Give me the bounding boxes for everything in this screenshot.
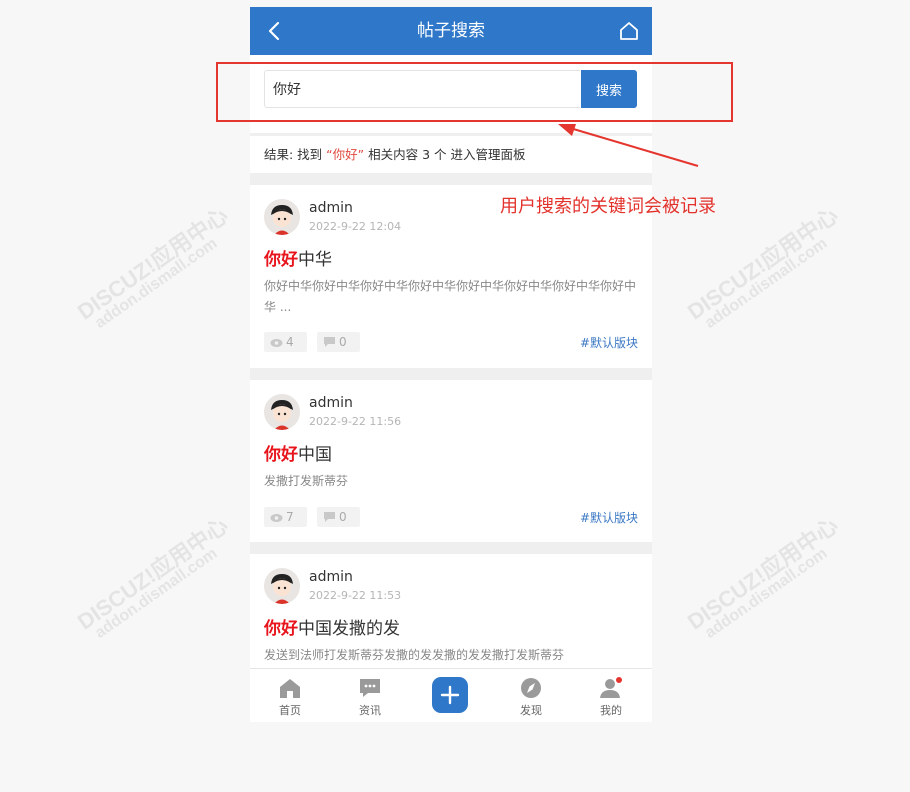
post-time: 2022-9-22 12:04 — [309, 220, 402, 233]
page-title: 帖子搜索 — [417, 21, 485, 41]
post-author[interactable]: admin — [309, 200, 353, 216]
reply-count: 0 — [317, 332, 360, 352]
chat-bubble-icon — [360, 679, 380, 697]
avatar[interactable] — [264, 394, 300, 430]
reply-count-value: 0 — [339, 335, 347, 349]
tab-home-label: 首页 — [279, 704, 301, 717]
post-excerpt: 发送到法师打发斯蒂芬发撒的发发撒的发发撒打发斯蒂芬 — [264, 648, 565, 662]
view-count-value: 7 — [286, 510, 294, 524]
tab-me-label: 我的 — [600, 704, 622, 717]
watermark-url: addon.dismall.com — [92, 234, 221, 332]
title-keyword-highlight: 你好 — [264, 619, 298, 639]
post-title[interactable]: 你好中华 — [264, 245, 332, 270]
annotation-arrow — [558, 124, 699, 167]
avatar[interactable] — [264, 568, 300, 604]
watermark-brand: DISCUZ!应用中心 — [682, 512, 843, 635]
admin-panel-link[interactable]: 进入管理面板 — [451, 147, 526, 162]
eye-icon — [270, 514, 283, 522]
watermark-brand: DISCUZ!应用中心 — [72, 512, 233, 635]
reply-count: 0 — [317, 507, 360, 527]
view-count-value: 4 — [286, 335, 294, 349]
avatar[interactable] — [264, 199, 300, 235]
post-title[interactable]: 你好中国 — [264, 440, 332, 465]
post-author[interactable]: admin — [309, 569, 353, 585]
forum-tag[interactable]: #默认版块 — [580, 334, 638, 351]
tab-news-label: 资讯 — [359, 704, 381, 717]
annotation-highlight-box — [216, 62, 733, 122]
watermark-url: addon.dismall.com — [702, 544, 831, 642]
title-rest: 中华 — [298, 250, 332, 270]
annotation-text: 用户搜索的关键词会被记录 — [500, 196, 716, 217]
watermark-url: addon.dismall.com — [702, 234, 831, 332]
tab-home[interactable]: 首页 — [260, 669, 320, 722]
view-count: 7 — [264, 507, 307, 527]
tab-discover[interactable]: 发现 — [501, 669, 561, 722]
post-item[interactable]: admin 2022-9-22 11:53 你好中国发撒的发 发送到法师打发斯蒂… — [250, 554, 652, 674]
top-header: 帖子搜索 — [250, 7, 652, 55]
post-title[interactable]: 你好中国发撒的发 — [264, 614, 400, 639]
result-prefix: 结果: 找到 — [264, 147, 323, 162]
tab-news[interactable]: 资讯 — [340, 669, 400, 722]
forum-tag[interactable]: #默认版块 — [580, 509, 638, 526]
result-count: 相关内容 3 个 — [368, 147, 447, 162]
comment-icon — [324, 512, 335, 522]
tab-discover-label: 发现 — [520, 704, 542, 717]
post-excerpt: 你好中华你好中华你好中华你好中华你好中华你好中华你好中华你好中华 ... — [264, 279, 637, 314]
user-icon — [600, 677, 622, 698]
reply-count-value: 0 — [339, 510, 347, 524]
eye-icon — [270, 339, 283, 347]
watermark-brand: DISCUZ!应用中心 — [72, 202, 233, 325]
home-icon — [280, 679, 300, 698]
home-icon[interactable] — [618, 20, 640, 42]
compass-icon — [521, 678, 541, 698]
create-post-button[interactable] — [432, 677, 468, 713]
view-count: 4 — [264, 332, 307, 352]
title-keyword-highlight: 你好 — [264, 445, 298, 465]
bottom-tab-bar: 首页 资讯 发现 我的 — [250, 668, 652, 722]
comment-icon — [324, 337, 335, 347]
post-excerpt: 发撒打发斯蒂芬 — [264, 474, 349, 488]
title-rest: 中国发撒的发 — [298, 619, 400, 639]
plus-icon — [440, 685, 460, 705]
title-rest: 中国 — [298, 445, 332, 465]
post-time: 2022-9-22 11:53 — [309, 589, 402, 602]
post-time: 2022-9-22 11:56 — [309, 415, 402, 428]
watermark-url: addon.dismall.com — [92, 544, 221, 642]
post-item[interactable]: admin 2022-9-22 11:56 你好中国 发撒打发斯蒂芬 7 0 #… — [250, 380, 652, 542]
result-keyword: “你好” — [326, 147, 365, 162]
title-keyword-highlight: 你好 — [264, 250, 298, 270]
post-author[interactable]: admin — [309, 395, 353, 411]
tab-me[interactable]: 我的 — [581, 669, 641, 722]
